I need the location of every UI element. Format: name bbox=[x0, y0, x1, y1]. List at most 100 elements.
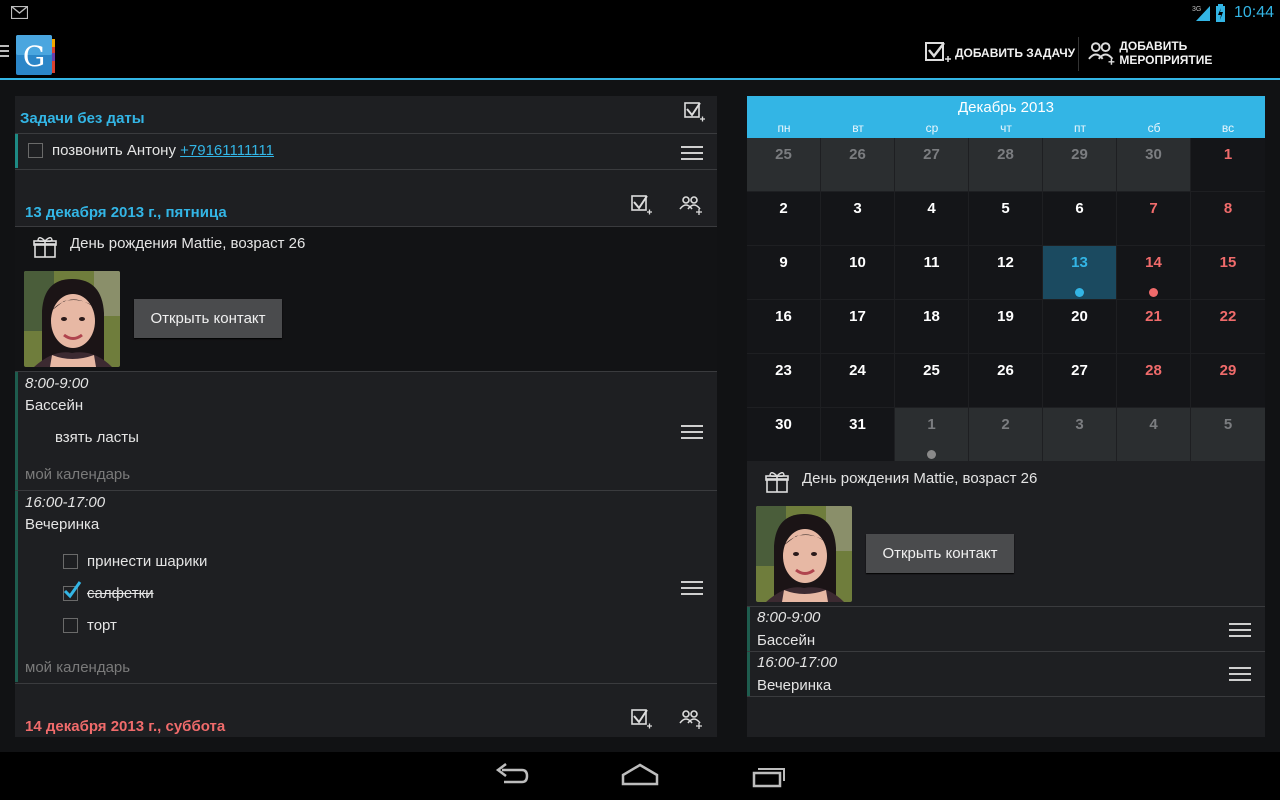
drawer-indicator-icon[interactable] bbox=[0, 45, 10, 59]
day-cell[interactable]: 1 bbox=[1191, 138, 1265, 191]
add-event-label: ДОБАВИТЬ МЕРОПРИЯТИЕ bbox=[1119, 39, 1213, 67]
day-cell[interactable]: 15 bbox=[1191, 246, 1265, 299]
divider bbox=[15, 683, 717, 684]
add-task-icon[interactable] bbox=[631, 194, 653, 216]
event-menu-icon[interactable] bbox=[681, 425, 703, 439]
day-cell[interactable]: 5 bbox=[969, 192, 1042, 245]
day-cell[interactable]: 3 bbox=[821, 192, 894, 245]
day-cell[interactable]: 12 bbox=[969, 246, 1042, 299]
checklist-checkbox[interactable] bbox=[63, 618, 78, 633]
day-cell[interactable]: 4 bbox=[895, 192, 968, 245]
day-cell[interactable]: 17 bbox=[821, 300, 894, 353]
task-menu-icon[interactable] bbox=[681, 146, 703, 160]
day-cell[interactable]: 28 bbox=[1117, 354, 1190, 407]
back-icon[interactable] bbox=[494, 762, 530, 790]
action-divider bbox=[1078, 37, 1079, 71]
day-header: 14 декабря 2013 г., суббота bbox=[25, 718, 226, 735]
day-cell[interactable]: 2 bbox=[747, 192, 820, 245]
system-nav-bar bbox=[0, 752, 1280, 800]
contact-photo bbox=[24, 271, 120, 367]
event-accent-bar bbox=[747, 652, 750, 696]
day-cell[interactable]: 25 bbox=[747, 138, 820, 191]
day-cell[interactable]: 8 bbox=[1191, 192, 1265, 245]
weekday-label: вт bbox=[852, 121, 864, 135]
status-bar: 3G 10:44 bbox=[0, 0, 1280, 25]
event-accent-bar bbox=[747, 607, 750, 651]
event-dot bbox=[927, 450, 936, 459]
day-cell[interactable]: 5 bbox=[1191, 408, 1265, 461]
event-time: 8:00-9:00 bbox=[757, 609, 821, 626]
day-cell-selected[interactable]: 13 bbox=[1043, 246, 1116, 299]
day-cell[interactable]: 21 bbox=[1117, 300, 1190, 353]
day-cell[interactable]: 3 bbox=[1043, 408, 1116, 461]
day-cell[interactable]: 22 bbox=[1191, 300, 1265, 353]
day-cell[interactable]: 30 bbox=[747, 408, 820, 461]
day-cell[interactable]: 2 bbox=[969, 408, 1042, 461]
undated-task: позвонить Антону +79161111111 bbox=[52, 142, 274, 159]
day-cell[interactable]: 6 bbox=[1043, 192, 1116, 245]
divider bbox=[747, 651, 1265, 652]
day-cell[interactable]: 28 bbox=[969, 138, 1042, 191]
day-cell[interactable]: 1 bbox=[895, 408, 968, 461]
checklist-item-done: салфетки bbox=[87, 585, 154, 602]
day-cell[interactable]: 16 bbox=[747, 300, 820, 353]
checklist-checkbox[interactable] bbox=[63, 554, 78, 569]
day-cell[interactable]: 30 bbox=[1117, 138, 1190, 191]
day-cell[interactable]: 29 bbox=[1043, 138, 1116, 191]
day-cell[interactable]: 4 bbox=[1117, 408, 1190, 461]
open-contact-button[interactable]: Открыть контакт bbox=[866, 534, 1014, 573]
day-cell[interactable]: 26 bbox=[969, 354, 1042, 407]
day-cell[interactable]: 25 bbox=[895, 354, 968, 407]
recent-apps-icon[interactable] bbox=[751, 762, 787, 790]
home-icon[interactable] bbox=[621, 762, 659, 790]
svg-text:G: G bbox=[23, 40, 45, 73]
month-title[interactable]: Декабрь 2013 bbox=[747, 99, 1265, 116]
day-cell[interactable]: 26 bbox=[821, 138, 894, 191]
add-event-icon[interactable] bbox=[679, 708, 703, 730]
add-task-icon[interactable] bbox=[684, 101, 706, 123]
day-cell[interactable]: 9 bbox=[747, 246, 820, 299]
day-cell[interactable]: 23 bbox=[747, 354, 820, 407]
add-task-label: ДОБАВИТЬ ЗАДАЧУ bbox=[955, 46, 1076, 60]
divider bbox=[15, 371, 717, 372]
weekday-label: ср bbox=[925, 121, 939, 135]
day-cell[interactable]: 29 bbox=[1191, 354, 1265, 407]
add-event-button[interactable]: ДОБАВИТЬ МЕРОПРИЯТИЕ bbox=[1087, 37, 1280, 69]
day-cell[interactable]: 18 bbox=[895, 300, 968, 353]
day-cell[interactable]: 7 bbox=[1117, 192, 1190, 245]
day-number: 13 bbox=[1071, 254, 1088, 271]
day-cell[interactable]: 31 bbox=[821, 408, 894, 461]
event-time: 16:00-17:00 bbox=[757, 654, 838, 671]
birthday-text: День рождения Mattie, возраст 26 bbox=[802, 470, 1038, 487]
open-contact-button[interactable]: Открыть контакт bbox=[134, 299, 282, 338]
day-cell[interactable]: 10 bbox=[821, 246, 894, 299]
event-calendar-name: мой календарь bbox=[25, 659, 131, 676]
day-cell[interactable]: 20 bbox=[1043, 300, 1116, 353]
event-menu-icon[interactable] bbox=[1229, 667, 1251, 681]
event-menu-icon[interactable] bbox=[1229, 623, 1251, 637]
event-title: Бассейн bbox=[25, 397, 84, 414]
day-cell[interactable]: 11 bbox=[895, 246, 968, 299]
day-header: 13 декабря 2013 г., пятница bbox=[25, 204, 227, 221]
event-menu-icon[interactable] bbox=[681, 581, 703, 595]
task-checkbox[interactable] bbox=[28, 143, 43, 158]
day-cell[interactable]: 27 bbox=[1043, 354, 1116, 407]
contact-photo bbox=[756, 506, 852, 602]
add-event-icon[interactable] bbox=[679, 194, 703, 216]
agenda-panel[interactable]: Задачи без даты позвонить Антону +791611… bbox=[15, 96, 717, 737]
event-dot bbox=[1149, 288, 1158, 297]
add-task-icon[interactable] bbox=[631, 708, 653, 730]
event-calendar-name: мой календарь bbox=[25, 466, 131, 483]
checklist-checkbox-checked[interactable] bbox=[63, 581, 82, 601]
day-cell[interactable]: 14 bbox=[1117, 246, 1190, 299]
gift-icon bbox=[33, 237, 57, 258]
app-logo-icon[interactable]: G bbox=[16, 33, 56, 75]
add-task-button[interactable]: ДОБАВИТЬ ЗАДАЧУ bbox=[924, 37, 1075, 69]
birthday-text: День рождения Mattie, возраст 26 bbox=[70, 235, 306, 252]
event-time: 8:00-9:00 bbox=[25, 375, 89, 392]
undated-task-text: позвонить Антону bbox=[52, 142, 176, 159]
day-cell[interactable]: 24 bbox=[821, 354, 894, 407]
day-cell[interactable]: 27 bbox=[895, 138, 968, 191]
phone-link[interactable]: +79161111111 bbox=[180, 142, 274, 159]
day-cell[interactable]: 19 bbox=[969, 300, 1042, 353]
